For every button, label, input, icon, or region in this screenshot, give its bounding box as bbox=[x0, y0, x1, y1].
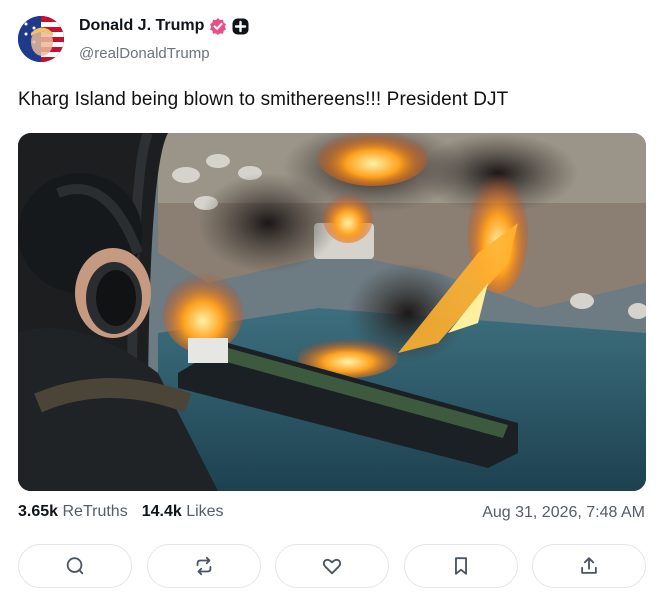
likes-stat[interactable]: 14.4k Likes bbox=[142, 503, 224, 521]
reply-button[interactable] bbox=[18, 544, 132, 588]
truth-plus-badge-icon bbox=[232, 18, 249, 35]
like-button[interactable] bbox=[275, 544, 389, 588]
avatar[interactable] bbox=[18, 16, 64, 62]
avatar-image bbox=[18, 16, 64, 62]
post-stats: 3.65k ReTruths 14.4k Likes bbox=[18, 503, 224, 521]
explosion-scene-image bbox=[18, 133, 646, 491]
heart-icon bbox=[322, 558, 342, 575]
bookmark-button[interactable] bbox=[403, 544, 518, 588]
retruth-button[interactable] bbox=[146, 544, 261, 588]
retruths-count: 3.65k bbox=[18, 503, 59, 520]
comment-icon bbox=[66, 557, 84, 575]
likes-count: 14.4k bbox=[141, 503, 182, 520]
post-image[interactable] bbox=[18, 133, 646, 491]
repost-icon bbox=[196, 556, 211, 576]
author-name-row: Donald J. Trump bbox=[79, 17, 249, 35]
bookmark-icon bbox=[454, 557, 467, 575]
post-timestamp: Aug 31, 2026, 7:48 AM bbox=[482, 504, 645, 521]
post-text: Kharg Island being blown to smithereens!… bbox=[18, 89, 509, 110]
author-handle[interactable]: @realDonaldTrump bbox=[79, 45, 210, 62]
retruths-stat[interactable]: 3.65k ReTruths bbox=[18, 503, 128, 521]
verified-badge-icon bbox=[209, 17, 227, 35]
author-display-name[interactable]: Donald J. Trump bbox=[79, 17, 204, 35]
retruths-label: ReTruths bbox=[62, 503, 128, 520]
likes-label: Likes bbox=[186, 503, 224, 520]
share-icon bbox=[581, 557, 597, 574]
action-bar bbox=[18, 544, 646, 590]
share-button[interactable] bbox=[532, 544, 646, 588]
